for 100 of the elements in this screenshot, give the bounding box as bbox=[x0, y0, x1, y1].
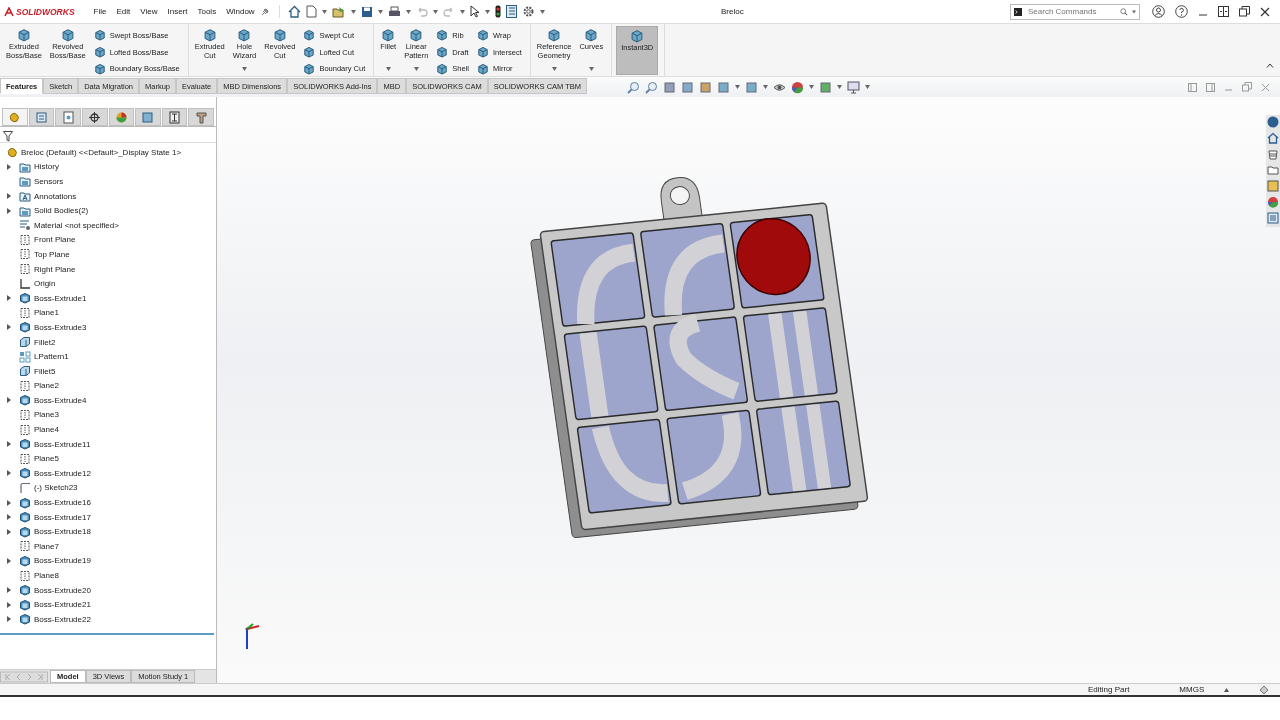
tree-item[interactable]: LPattern1 bbox=[19, 350, 69, 363]
caret-icon[interactable] bbox=[459, 9, 465, 14]
tree-item[interactable]: Top Plane bbox=[19, 248, 70, 261]
tree-item[interactable]: Solid Bodies(2) bbox=[19, 204, 89, 217]
caret-icon[interactable] bbox=[539, 9, 545, 14]
expand-arrow-icon[interactable] bbox=[7, 295, 11, 302]
menu-item[interactable]: Edit bbox=[111, 5, 136, 18]
caret-icon[interactable] bbox=[837, 85, 843, 89]
menu-item[interactable]: Window bbox=[221, 5, 260, 18]
caret-icon[interactable] bbox=[321, 9, 327, 14]
help-icon[interactable] bbox=[1175, 5, 1188, 18]
tree-item[interactable]: Front Plane bbox=[19, 233, 76, 246]
tree-item[interactable]: Plane4 bbox=[19, 423, 59, 436]
expand-arrow-icon[interactable] bbox=[7, 514, 11, 521]
tree-item[interactable]: Plane7 bbox=[19, 540, 59, 553]
expand-arrow-icon[interactable] bbox=[7, 601, 11, 608]
tree-item[interactable]: Breloc (Default) <<Default>_Display State 1> bbox=[6, 146, 182, 159]
tree-item[interactable]: Sensors bbox=[19, 175, 64, 188]
caret-icon[interactable] bbox=[763, 85, 769, 89]
model-drawing[interactable] bbox=[530, 177, 869, 539]
tree-item[interactable]: Boss-Extrude18 bbox=[19, 525, 91, 538]
caret-icon[interactable] bbox=[809, 85, 815, 89]
caret-icon[interactable] bbox=[551, 67, 557, 71]
monitor-icon[interactable] bbox=[847, 80, 861, 94]
tree-item[interactable]: Boss-Extrude21 bbox=[19, 598, 91, 611]
caret-icon[interactable] bbox=[241, 67, 247, 71]
expand-arrow-icon[interactable] bbox=[7, 324, 11, 331]
appearance-icon[interactable] bbox=[791, 80, 805, 94]
tree-item[interactable]: Boss-Extrude1 bbox=[19, 292, 87, 305]
tree-item[interactable]: History bbox=[19, 160, 59, 173]
zoom-area-icon[interactable] bbox=[645, 80, 659, 94]
caret-icon[interactable] bbox=[377, 9, 383, 14]
tree-item[interactable]: Boss-Extrude3 bbox=[19, 321, 87, 334]
save-icon[interactable] bbox=[360, 5, 373, 18]
tree-item[interactable]: Annotations bbox=[19, 190, 77, 203]
expand-arrow-icon[interactable] bbox=[7, 207, 11, 214]
search-field[interactable]: Search Commands bbox=[1010, 3, 1140, 20]
settings-icon[interactable] bbox=[521, 5, 535, 18]
tree-item[interactable]: Plane3 bbox=[19, 409, 59, 421]
panel-left-icon[interactable] bbox=[1188, 82, 1197, 92]
caret-icon[interactable] bbox=[432, 9, 438, 14]
expand-arrow-icon[interactable] bbox=[7, 587, 11, 594]
user-icon[interactable] bbox=[1152, 5, 1165, 18]
properties-icon[interactable] bbox=[505, 5, 517, 18]
tree-item[interactable]: Plane5 bbox=[19, 452, 59, 465]
up-arrow-icon[interactable] bbox=[1224, 687, 1230, 692]
expand-arrow-icon[interactable] bbox=[7, 616, 11, 623]
appearance-icon[interactable] bbox=[1267, 196, 1279, 210]
tree-item[interactable]: Boss-Extrude12 bbox=[19, 467, 91, 480]
caret-icon[interactable] bbox=[1132, 9, 1136, 14]
tree-item[interactable]: Boss-Extrude16 bbox=[19, 496, 91, 509]
tree-item[interactable]: Boss-Extrude17 bbox=[19, 511, 91, 524]
expand-arrow-icon[interactable] bbox=[7, 499, 11, 506]
menu-item[interactable]: Tools bbox=[192, 5, 222, 18]
caret-icon[interactable] bbox=[865, 85, 871, 89]
crosshair-icon[interactable] bbox=[88, 110, 102, 124]
tree-item[interactable]: Boss-Extrude20 bbox=[19, 584, 91, 597]
tree-item[interactable]: Plane2 bbox=[19, 379, 59, 392]
close-icon[interactable] bbox=[1260, 6, 1270, 17]
cursor-icon[interactable] bbox=[469, 5, 480, 18]
menu-item[interactable]: View bbox=[135, 5, 163, 18]
filter-icon[interactable] bbox=[3, 131, 13, 142]
panel-right-icon[interactable] bbox=[1206, 82, 1215, 92]
tile-windows-icon[interactable] bbox=[1218, 6, 1229, 17]
tree-item[interactable]: Boss-Extrude11 bbox=[19, 438, 91, 451]
tree-item[interactable]: (-) Sketch23 bbox=[19, 481, 78, 494]
print-icon[interactable] bbox=[387, 5, 401, 18]
expand-arrow-icon[interactable] bbox=[7, 528, 11, 535]
open-folder-icon[interactable] bbox=[331, 5, 346, 18]
tree-item[interactable]: Boss-Extrude19 bbox=[19, 554, 91, 567]
expand-arrow-icon[interactable] bbox=[7, 470, 11, 477]
tree-item[interactable]: Material <not specified> bbox=[19, 219, 119, 232]
tree-item[interactable]: Boss-Extrude22 bbox=[19, 613, 91, 626]
caret-icon[interactable] bbox=[405, 9, 411, 14]
caret-icon[interactable] bbox=[484, 9, 490, 14]
expand-arrow-icon[interactable] bbox=[7, 193, 11, 200]
tree-item[interactable]: Plane8 bbox=[19, 569, 59, 582]
menu-item[interactable]: Insert bbox=[162, 5, 193, 18]
expand-arrow-icon[interactable] bbox=[7, 397, 11, 404]
expand-arrow-icon[interactable] bbox=[7, 163, 11, 170]
folder-icon[interactable] bbox=[1267, 164, 1279, 178]
tree-item[interactable]: Fillet5 bbox=[19, 365, 56, 378]
appearance-icon[interactable] bbox=[114, 110, 128, 124]
menu-item[interactable]: File bbox=[88, 5, 112, 18]
caret-icon[interactable] bbox=[413, 67, 419, 71]
expand-arrow-icon[interactable] bbox=[7, 557, 11, 564]
tree-item[interactable]: Boss-Extrude4 bbox=[19, 394, 87, 407]
cube-icon[interactable] bbox=[717, 80, 731, 94]
tree-item[interactable]: Origin bbox=[19, 277, 56, 290]
caret-icon[interactable] bbox=[350, 9, 356, 14]
caret-icon[interactable] bbox=[735, 85, 741, 89]
tree-item[interactable]: Right Plane bbox=[19, 263, 76, 276]
caret-icon[interactable] bbox=[385, 67, 391, 71]
zoom-fit-icon[interactable] bbox=[627, 80, 641, 94]
new-document-icon[interactable] bbox=[305, 5, 317, 18]
tree-item[interactable]: Fillet2 bbox=[19, 336, 56, 348]
traffic-light-icon[interactable] bbox=[494, 5, 501, 18]
home-icon[interactable] bbox=[287, 5, 301, 18]
tree-item[interactable]: Plane1 bbox=[19, 306, 59, 319]
restore-icon[interactable] bbox=[1239, 6, 1250, 17]
